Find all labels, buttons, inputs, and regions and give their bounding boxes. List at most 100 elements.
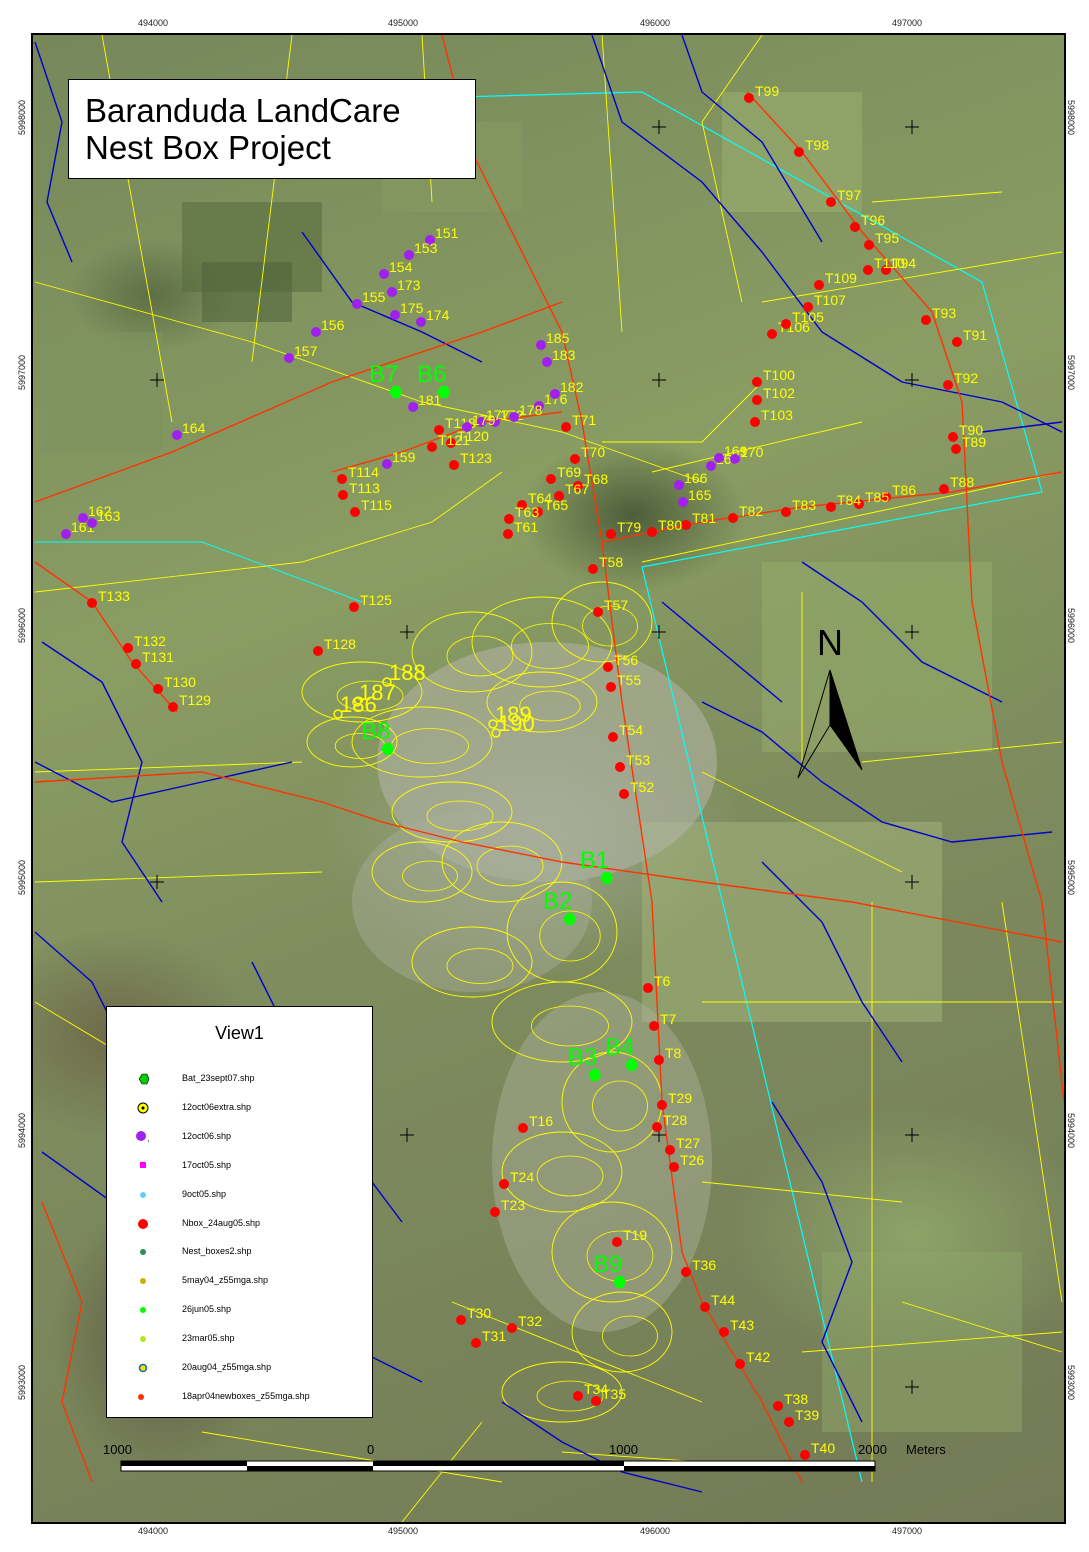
scale-label: 2000: [858, 1442, 887, 1457]
northing-label-right: 5993000: [1066, 1365, 1076, 1400]
nestbox-label: T58: [599, 554, 623, 570]
nestbox-marker: [864, 240, 874, 250]
nestbox-marker: [603, 662, 613, 672]
legend-symbol-icon: [135, 1274, 149, 1288]
legend-item: 17oct05.shp: [107, 1156, 372, 1176]
cadastre-line: [35, 762, 302, 772]
nestbox-label: T16: [529, 1113, 553, 1129]
nestbox-label: T70: [581, 444, 605, 460]
nestbox-marker: [952, 337, 962, 347]
grid-cross: [652, 120, 666, 134]
legend-item: 26jun05.shp: [107, 1300, 372, 1320]
nestbox-marker: [337, 474, 347, 484]
nestbox-label: T56: [614, 652, 638, 668]
nestbox-label: T95: [875, 230, 899, 246]
purple-box-label: 174: [426, 307, 450, 323]
purple-box-marker: [387, 287, 397, 297]
nestbox-label: T114: [348, 464, 379, 480]
purple-box-marker: [730, 454, 740, 464]
nestbox-label: T28: [663, 1112, 687, 1128]
purple-box-label: 173: [397, 277, 421, 293]
purple-box-marker: [678, 497, 688, 507]
nestbox-label: T103: [761, 407, 793, 423]
purple-box-label: 178: [519, 402, 543, 418]
extra-box-label: 190: [498, 711, 535, 736]
nestbox-marker: [593, 607, 603, 617]
nestbox-marker: [612, 1237, 622, 1247]
scale-label: 0: [367, 1442, 374, 1457]
purple-box-marker: [536, 340, 546, 350]
legend-label: Nbox_24aug05.shp: [182, 1218, 260, 1228]
nestbox-label: T71: [572, 412, 596, 428]
purple-box-label: 181: [418, 392, 442, 408]
nestbox-marker: [951, 444, 961, 454]
legend-symbol-icon: [135, 1159, 149, 1173]
bat-box-label: B1: [580, 847, 609, 874]
nestbox-marker: [657, 1100, 667, 1110]
nestbox-marker: [784, 1417, 794, 1427]
nestbox-label: T92: [954, 370, 978, 386]
legend-symbol-icon: [135, 1130, 149, 1144]
nestbox-marker: [123, 643, 133, 653]
northing-label-right: 5995000: [1066, 860, 1076, 895]
bat-box-label: B9: [593, 1251, 622, 1278]
nestbox-label: T89: [962, 434, 986, 450]
purple-box-marker: [714, 453, 724, 463]
nestbox-label: T129: [179, 692, 211, 708]
northing-label-right: 5994000: [1066, 1113, 1076, 1148]
nestbox-label: T69: [557, 464, 581, 480]
nestbox-label: T84: [837, 492, 861, 508]
cadastre-line: [35, 472, 502, 592]
nestbox-label: T35: [602, 1386, 626, 1402]
nestbox-marker: [503, 529, 513, 539]
road-line: [42, 1202, 92, 1482]
easting-label-top: 494000: [138, 18, 168, 28]
nestbox-marker: [131, 659, 141, 669]
northing-label-left: 5995000: [17, 860, 27, 895]
legend-label: Bat_23sept07.shp: [182, 1073, 255, 1083]
grid-cross: [652, 625, 666, 639]
extra-box-label: 188: [389, 660, 426, 685]
nestbox-label: T7: [660, 1011, 677, 1027]
bat-box-label: B8: [361, 718, 390, 745]
field-patch: [642, 822, 942, 1022]
scale-label: 1000: [609, 1442, 638, 1457]
legend-item: 23mar05.shp: [107, 1329, 372, 1349]
scale-unit: Meters: [906, 1442, 946, 1457]
nestbox-label: T100: [763, 367, 795, 383]
legend-symbol-icon: [135, 1390, 149, 1404]
purple-box-marker: [542, 357, 552, 367]
nestbox-marker: [490, 1207, 500, 1217]
nestbox-marker: [606, 529, 616, 539]
nestbox-marker: [654, 1055, 664, 1065]
nestbox-marker: [948, 432, 958, 442]
nestbox-marker: [681, 1267, 691, 1277]
northing-label-left: 5998000: [17, 100, 27, 135]
north-arrow-icon: [795, 665, 865, 780]
nestbox-label: T6: [654, 973, 671, 989]
legend-label: 26jun05.shp: [182, 1304, 231, 1314]
field-patch: [42, 332, 162, 452]
purple-box-label: 164: [182, 420, 206, 436]
nestbox-label: T63: [515, 504, 539, 520]
nestbox-marker: [826, 197, 836, 207]
bat-box-label: B4: [605, 1034, 634, 1061]
bat-box-label: B3: [568, 1044, 597, 1071]
legend-symbol-icon: [135, 1245, 149, 1259]
nestbox-label: T36: [692, 1257, 716, 1273]
nestbox-marker: [649, 1021, 659, 1031]
nestbox-marker: [803, 302, 813, 312]
nestbox-label: T85: [865, 489, 889, 505]
nestbox-label: T107: [814, 292, 846, 308]
nestbox-label: T55: [617, 672, 641, 688]
scale-bar: [120, 1460, 878, 1474]
nestbox-label: T82: [739, 503, 763, 519]
purple-box-marker: [87, 518, 97, 528]
nestbox-marker: [728, 513, 738, 523]
northing-label-left: 5994000: [17, 1113, 27, 1148]
nestbox-marker: [669, 1162, 679, 1172]
cadastre-line: [872, 192, 1002, 202]
nestbox-label: T131: [142, 649, 174, 665]
purple-box-marker: [352, 299, 362, 309]
nestbox-marker: [752, 377, 762, 387]
